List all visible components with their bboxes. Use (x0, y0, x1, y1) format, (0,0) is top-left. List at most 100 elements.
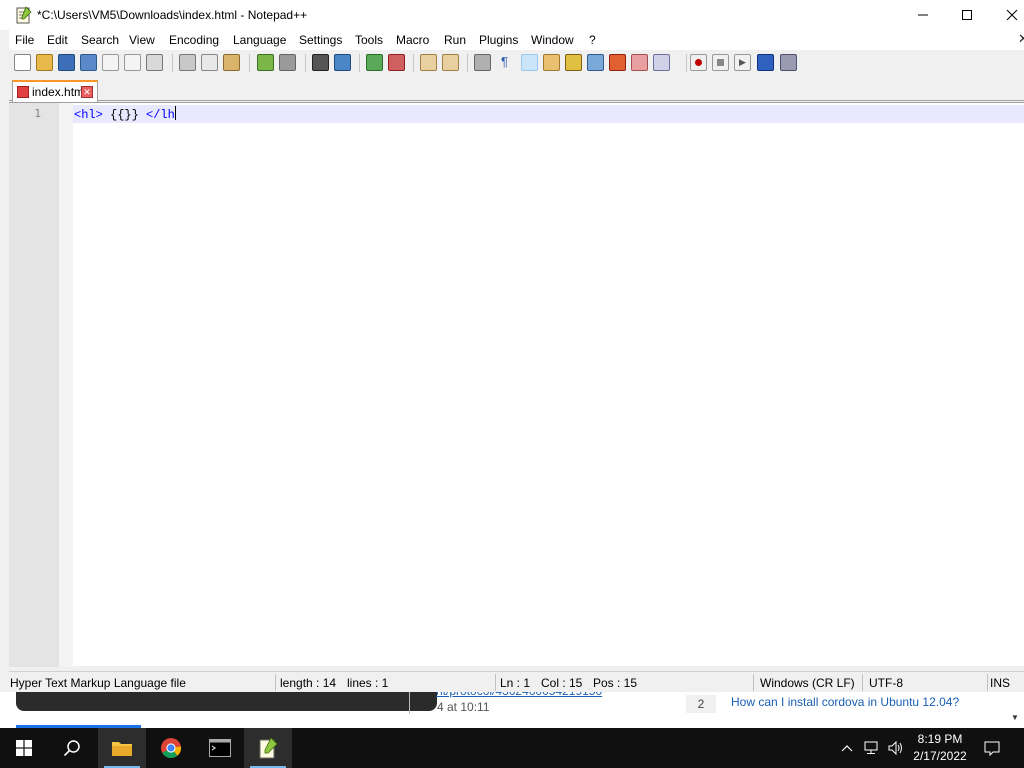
toolbar-separator (467, 54, 468, 72)
indent-guide-icon[interactable] (521, 54, 538, 71)
sync-horizontal-icon[interactable] (442, 54, 459, 71)
status-eol-format[interactable]: Windows (CR LF) (760, 676, 855, 690)
clock-date: 2/17/2022 (913, 749, 967, 763)
stop-recording-icon[interactable] (712, 54, 729, 71)
toolbar-separator (413, 54, 414, 72)
menu-tools[interactable]: Tools (355, 33, 383, 47)
menu-view[interactable]: View (129, 33, 155, 47)
redo-icon[interactable] (279, 54, 296, 71)
find-icon[interactable] (312, 54, 329, 71)
function-list-icon[interactable] (609, 54, 626, 71)
window-title: *C:\Users\VM5\Downloads\index.html - Not… (37, 8, 308, 22)
toolbar: ¶ ▶ (9, 50, 1024, 76)
save-icon[interactable] (58, 54, 75, 71)
minimize-button[interactable] (900, 0, 946, 30)
taskbar-file-explorer[interactable] (98, 728, 146, 768)
notepadpp-window: *C:\Users\VM5\Downloads\index.html - Not… (0, 0, 1024, 692)
system-clock[interactable]: 8:19 PM 2/17/2022 (908, 731, 972, 765)
network-button[interactable] (860, 728, 884, 768)
status-column: Col : 15 (541, 676, 583, 690)
menu-language[interactable]: Language (233, 33, 286, 47)
tab-close-icon[interactable]: ✕ (81, 86, 93, 98)
status-lines: lines : 1 (347, 676, 389, 690)
menu-file[interactable]: File (15, 33, 34, 47)
start-button[interactable] (0, 728, 48, 768)
taskbar-chrome[interactable] (147, 728, 195, 768)
open-file-icon[interactable] (36, 54, 53, 71)
run-macro-multiple-icon[interactable] (757, 54, 774, 71)
replace-icon[interactable] (334, 54, 351, 71)
menu-help[interactable]: ? (589, 33, 596, 47)
menu-settings[interactable]: Settings (299, 33, 342, 47)
status-encoding[interactable]: UTF-8 (869, 676, 903, 690)
title-bar[interactable]: *C:\Users\VM5\Downloads\index.html - Not… (0, 0, 1024, 30)
current-line-highlight (73, 105, 1024, 123)
background-question-link[interactable]: How can I install cordova in Ubuntu 12.0… (731, 695, 959, 709)
notifications-button[interactable] (972, 728, 1012, 768)
user-defined-language-icon[interactable] (543, 54, 560, 71)
text-caret (174, 106, 176, 120)
document-map-icon[interactable] (565, 54, 582, 71)
undo-icon[interactable] (257, 54, 274, 71)
cut-icon[interactable] (179, 54, 196, 71)
status-separator (753, 674, 754, 691)
minimize-icon (918, 14, 928, 16)
taskbar-notepadpp[interactable] (244, 728, 292, 768)
menu-bar: File Edit Search View Encoding Language … (9, 30, 1024, 50)
zoom-in-icon[interactable] (366, 54, 383, 71)
close-document-icon[interactable]: ✕ (1018, 31, 1024, 47)
editor-area[interactable]: 1 <hl> {{}} </lh (9, 102, 1024, 667)
play-macro-icon[interactable]: ▶ (734, 54, 751, 71)
record-macro-icon[interactable] (690, 54, 707, 71)
menu-search[interactable]: Search (81, 33, 119, 47)
save-all-icon[interactable] (80, 54, 97, 71)
terminal-icon (209, 739, 231, 757)
html-close-tag: </lh (146, 108, 175, 122)
copy-icon[interactable] (201, 54, 218, 71)
code-line[interactable]: <hl> {{}} </lh (74, 106, 176, 123)
background-divider (409, 692, 410, 714)
status-position: Pos : 15 (593, 676, 638, 690)
tag-content: {{}} (102, 108, 147, 122)
scroll-down-arrow-icon[interactable]: ▼ (1011, 713, 1019, 722)
document-list-icon[interactable] (587, 54, 604, 71)
word-wrap-icon[interactable] (474, 54, 491, 71)
monitoring-icon[interactable] (653, 54, 670, 71)
sync-vertical-icon[interactable] (420, 54, 437, 71)
status-separator (862, 674, 863, 691)
close-button[interactable] (989, 0, 1024, 30)
new-file-icon[interactable] (14, 54, 31, 71)
search-button[interactable] (48, 728, 96, 768)
menu-run[interactable]: Run (444, 33, 466, 47)
paste-icon[interactable] (223, 54, 240, 71)
close-file-icon[interactable] (102, 54, 119, 71)
maximize-button[interactable] (944, 0, 990, 30)
volume-button[interactable] (884, 728, 908, 768)
zoom-out-icon[interactable] (388, 54, 405, 71)
menu-window[interactable]: Window (531, 33, 574, 47)
speaker-icon (888, 741, 902, 755)
status-insert-mode[interactable]: INS (990, 676, 1010, 690)
clock-time: 8:19 PM (917, 732, 963, 746)
line-number-gutter: 1 (9, 103, 59, 667)
notepadpp-icon (259, 737, 278, 759)
status-length: length : 14 (280, 676, 337, 690)
close-all-icon[interactable] (124, 54, 141, 71)
save-macro-icon[interactable] (780, 54, 797, 71)
tab-index-html[interactable]: index.html ✕ (12, 80, 98, 102)
menu-plugins[interactable]: Plugins (479, 33, 518, 47)
line-number: 1 (34, 107, 41, 120)
toolbar-separator (686, 54, 687, 72)
notification-icon (984, 741, 1000, 756)
print-icon[interactable] (146, 54, 163, 71)
windows-logo-icon (16, 740, 32, 756)
menu-macro[interactable]: Macro (396, 33, 429, 47)
fold-margin[interactable] (59, 103, 73, 667)
taskbar-command-prompt[interactable] (196, 728, 244, 768)
menu-encoding[interactable]: Encoding (169, 33, 219, 47)
folder-as-workspace-icon[interactable] (631, 54, 648, 71)
menu-edit[interactable]: Edit (47, 33, 68, 47)
show-all-characters-icon[interactable]: ¶ (496, 54, 513, 71)
tab-bar: index.html ✕ (9, 76, 1024, 102)
show-hidden-icons-button[interactable] (834, 728, 860, 768)
